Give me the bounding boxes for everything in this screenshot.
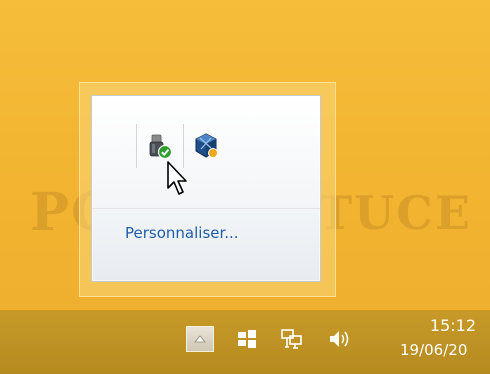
taskbar: 15:12 19/06/20 [0, 310, 490, 374]
taskbar-clock[interactable]: 15:12 19/06/20 [390, 316, 490, 359]
network-icon[interactable] [277, 324, 307, 354]
clock-time: 15:12 [429, 316, 476, 335]
chevron-up-icon [194, 335, 206, 343]
customize-link[interactable]: Personnaliser... [125, 224, 239, 242]
action-center-icon[interactable] [232, 324, 262, 354]
flyout-separator [92, 208, 320, 209]
clock-date: 19/06/20 [400, 341, 468, 359]
show-hidden-icons-button[interactable] [186, 326, 214, 352]
volume-icon[interactable] [325, 324, 355, 354]
hidden-icons-row [136, 124, 256, 168]
mouse-cursor-icon [167, 161, 187, 195]
notification-area-flyout: Personnaliser... [91, 95, 321, 282]
